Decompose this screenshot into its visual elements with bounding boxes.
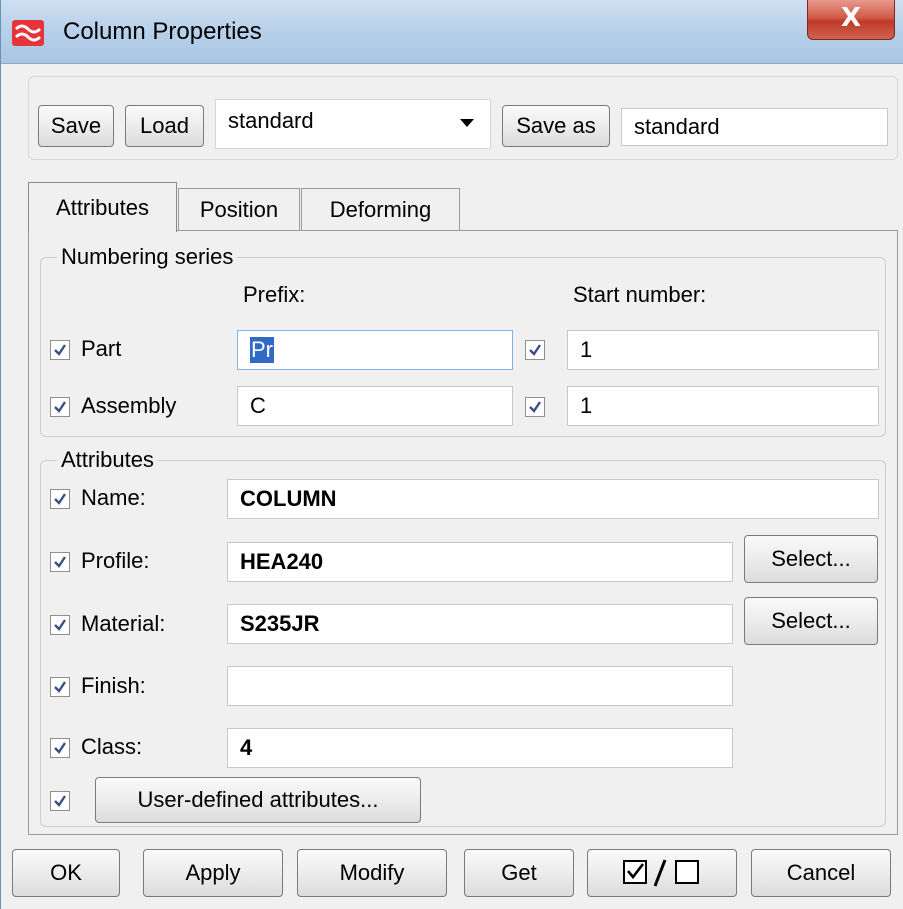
part-start-number-input[interactable]: 1	[567, 330, 879, 370]
material-label: Material:	[81, 611, 166, 636]
user-defined-attributes-button[interactable]: User-defined attributes...	[95, 777, 421, 823]
tab-attributes[interactable]: Attributes	[28, 182, 177, 232]
profile-select-button[interactable]: Select...	[744, 535, 878, 583]
window-title: Column Properties	[63, 18, 262, 45]
finish-label: Finish:	[81, 673, 146, 698]
user-defined-checkbox[interactable]	[50, 791, 70, 811]
chevron-down-icon[interactable]	[460, 119, 474, 127]
save-button[interactable]: Save	[38, 105, 114, 147]
class-input[interactable]: 4	[227, 728, 733, 768]
assembly-start-checkbox[interactable]	[525, 397, 545, 417]
numbering-series-label: Numbering series	[57, 244, 238, 270]
class-checkbox[interactable]	[50, 738, 70, 758]
part-start-checkbox[interactable]	[525, 340, 545, 360]
preset-dropdown[interactable]: standard	[215, 99, 491, 149]
check-icon	[54, 556, 66, 568]
name-label: Name:	[81, 485, 146, 510]
tab-deforming[interactable]: Deforming	[301, 188, 460, 231]
part-start-number-value: 1	[580, 337, 593, 362]
profile-checkbox[interactable]	[50, 552, 70, 572]
toggle-all-checkboxes-button[interactable]	[587, 849, 737, 897]
tab-deforming-label: Deforming	[329, 197, 432, 222]
save-as-button[interactable]: Save as	[502, 105, 610, 147]
check-toggle-icon	[623, 859, 699, 887]
close-icon: X	[840, 3, 862, 33]
dialog-window: Column Properties X Save Load standard S…	[0, 0, 903, 909]
assembly-prefix-value: C	[250, 393, 266, 418]
assembly-start-number-value: 1	[580, 393, 593, 418]
save-as-name-input[interactable]: standard	[621, 108, 888, 146]
assembly-prefix-input[interactable]: C	[237, 386, 513, 426]
profile-label: Profile:	[81, 548, 150, 573]
assembly-checkbox[interactable]	[50, 397, 70, 417]
check-icon	[54, 681, 66, 693]
profile-input[interactable]: HEA240	[227, 542, 733, 582]
finish-input[interactable]	[227, 666, 733, 706]
assembly-label: Assembly	[81, 393, 177, 418]
tab-position[interactable]: Position	[178, 188, 300, 231]
check-icon	[54, 493, 66, 505]
check-icon	[54, 344, 66, 356]
attributes-group-label: Attributes	[57, 447, 158, 473]
check-icon	[54, 742, 66, 754]
dialog-client: Save Load standard Save as standard Attr…	[1, 64, 903, 909]
part-prefix-input[interactable]: Pr	[237, 330, 513, 370]
class-label: Class:	[81, 734, 143, 759]
check-icon	[54, 795, 66, 807]
start-number-header: Start number:	[573, 282, 707, 307]
assembly-start-number-input[interactable]: 1	[567, 386, 879, 426]
preset-dropdown-value: standard	[228, 108, 314, 133]
modify-button[interactable]: Modify	[297, 849, 447, 897]
prefix-header: Prefix:	[243, 282, 306, 307]
material-value: S235JR	[240, 611, 320, 636]
material-checkbox[interactable]	[50, 615, 70, 635]
apply-button[interactable]: Apply	[143, 849, 283, 897]
check-icon	[54, 619, 66, 631]
tekla-logo-icon	[12, 20, 44, 46]
material-select-button[interactable]: Select...	[744, 597, 878, 645]
close-button[interactable]: X	[807, 0, 895, 40]
title-bar[interactable]: Column Properties X	[1, 0, 903, 64]
finish-checkbox[interactable]	[50, 677, 70, 697]
check-icon	[529, 401, 541, 413]
part-label: Part	[81, 336, 122, 361]
tab-position-label: Position	[199, 197, 279, 222]
attributes-tab-panel: Numbering series Prefix: Start number: P…	[28, 230, 898, 835]
material-input[interactable]: S235JR	[227, 604, 733, 644]
save-as-name-value: standard	[634, 114, 720, 139]
part-checkbox[interactable]	[50, 340, 70, 360]
cancel-button[interactable]: Cancel	[751, 849, 891, 897]
name-checkbox[interactable]	[50, 489, 70, 509]
name-value: COLUMN	[240, 486, 337, 511]
ok-button[interactable]: OK	[12, 849, 120, 897]
check-icon	[529, 344, 541, 356]
get-button[interactable]: Get	[464, 849, 574, 897]
tab-attributes-label: Attributes	[56, 194, 149, 220]
check-icon	[54, 401, 66, 413]
class-value: 4	[240, 735, 253, 760]
load-button[interactable]: Load	[125, 105, 204, 147]
profile-value: HEA240	[240, 549, 324, 574]
name-input[interactable]: COLUMN	[227, 479, 879, 519]
part-prefix-value: Pr	[250, 337, 274, 363]
